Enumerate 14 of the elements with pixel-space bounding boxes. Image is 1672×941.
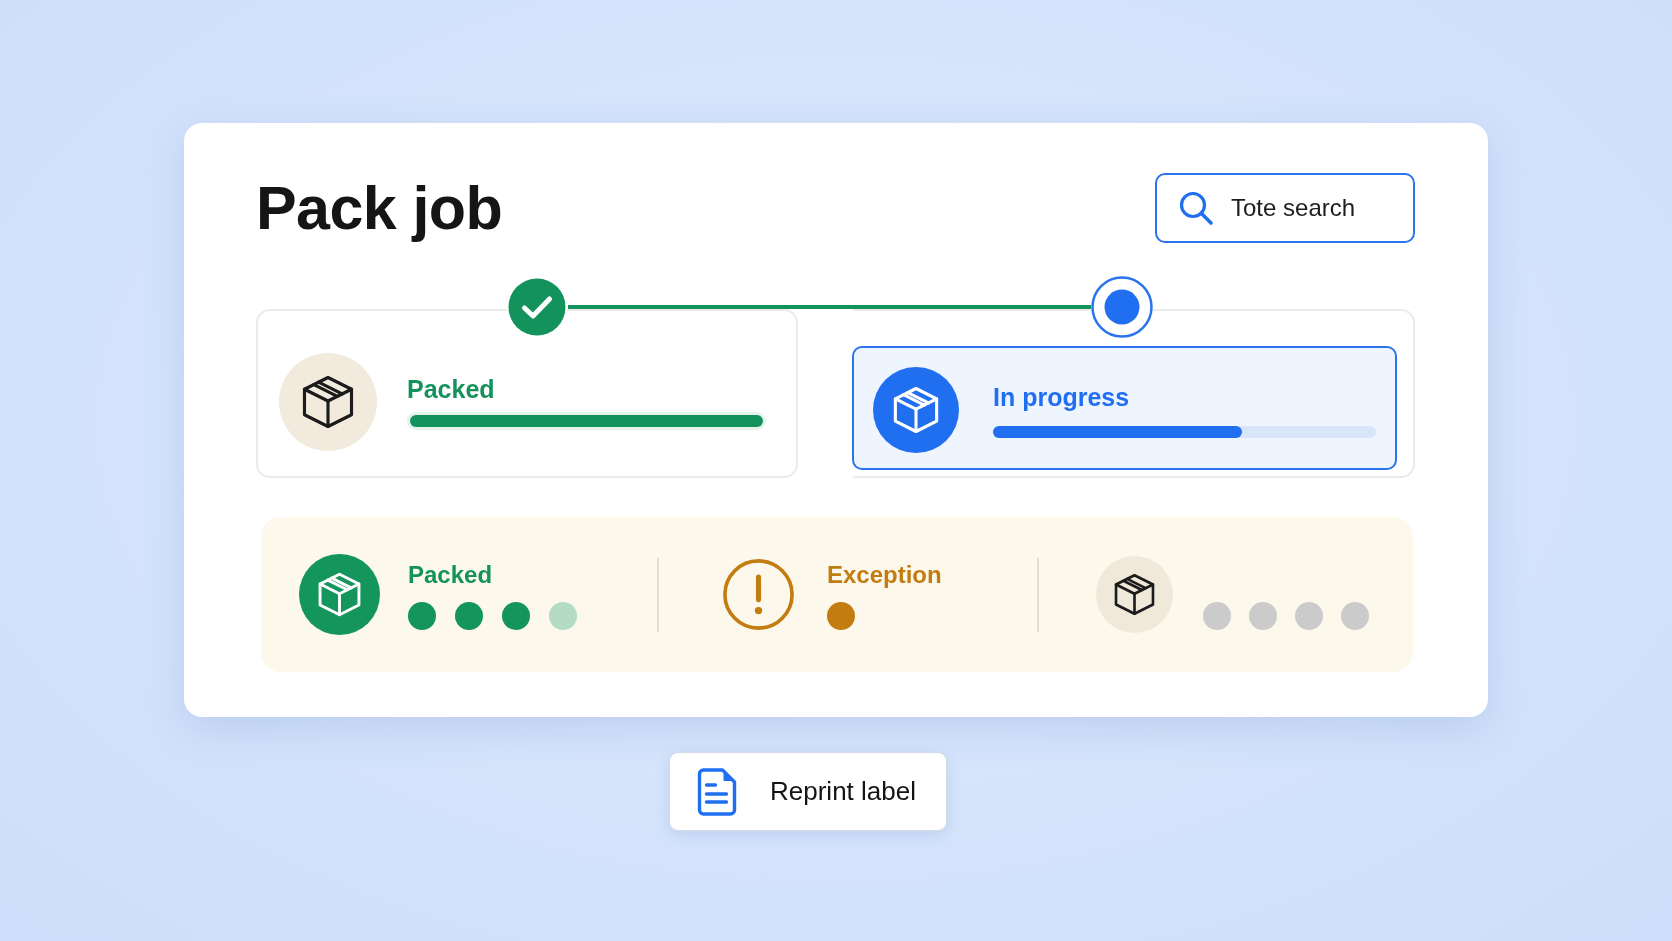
search-icon: [1178, 190, 1214, 226]
document-icon: [697, 767, 737, 816]
search-field[interactable]: Tote search: [1155, 173, 1415, 243]
alert-icon: [722, 558, 795, 631]
step-label: In progress: [993, 382, 1131, 412]
box-icon: [1096, 556, 1173, 633]
box-icon: [873, 367, 959, 453]
page-title: Pack job: [256, 173, 503, 243]
box-icon: [299, 554, 380, 635]
reprint-label-button[interactable]: Reprint label: [669, 752, 947, 831]
summary-label: Exception: [827, 559, 942, 590]
summary-label: Packed: [408, 559, 494, 590]
step-label: Packed: [407, 374, 496, 404]
box-icon: [279, 353, 377, 451]
